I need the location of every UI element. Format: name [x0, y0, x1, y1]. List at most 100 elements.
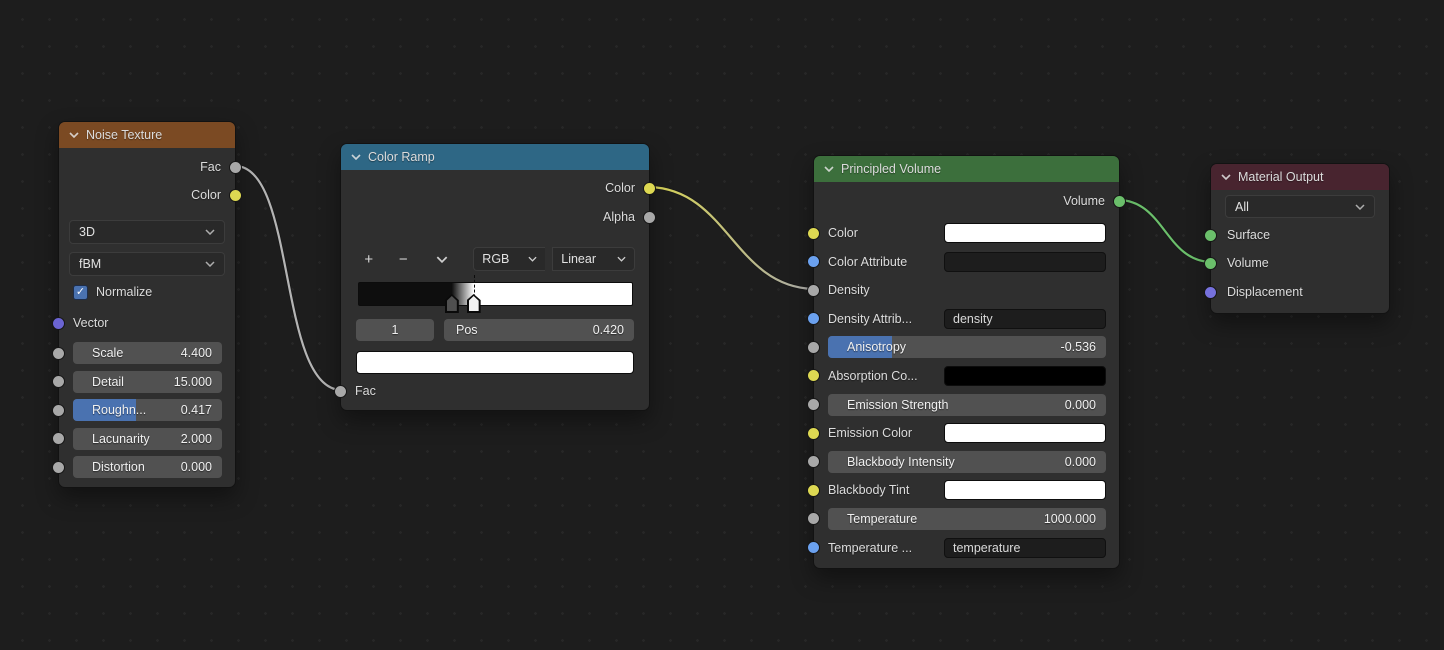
- temperature-attribute-label: Temperature ...: [828, 541, 912, 555]
- node-title: Noise Texture: [86, 128, 162, 142]
- socket-scale-input[interactable]: [52, 347, 65, 360]
- noise-type-dropdown[interactable]: fBM: [69, 252, 225, 276]
- socket-vector-input[interactable]: [52, 317, 65, 330]
- color-attribute-field[interactable]: [944, 252, 1106, 272]
- scale-label: Scale: [92, 346, 123, 360]
- socket-color-input[interactable]: [807, 227, 820, 240]
- output-target-dropdown[interactable]: All: [1225, 195, 1375, 218]
- anisotropy-slider[interactable]: Anisotropy -0.536: [828, 336, 1106, 358]
- stop-position-slider[interactable]: Pos 0.420: [444, 319, 634, 341]
- emission-strength-slider[interactable]: Emission Strength 0.000: [828, 394, 1106, 416]
- wire-noise-fac-to-ramp-fac[interactable]: [236, 166, 340, 390]
- material-output-header[interactable]: Material Output: [1211, 164, 1389, 190]
- blackbody-tint-swatch[interactable]: [944, 480, 1106, 500]
- color-swatch[interactable]: [944, 223, 1106, 243]
- socket-emission-color-input[interactable]: [807, 427, 820, 440]
- density-attribute-field[interactable]: density: [944, 309, 1106, 329]
- detail-slider[interactable]: Detail 15.000: [73, 371, 222, 393]
- temperature-attribute-field[interactable]: temperature: [944, 538, 1106, 558]
- input-row-blackbody-intensity: Blackbody Intensity 0.000: [814, 451, 1119, 473]
- node-color-ramp[interactable]: Color Ramp Color Alpha + − RGB Linear: [340, 143, 650, 411]
- blackbody-tint-label: Blackbody Tint: [828, 483, 909, 497]
- collapse-chevron-icon[interactable]: [1221, 174, 1231, 180]
- add-stop-button[interactable]: +: [355, 247, 382, 271]
- dimensions-dropdown[interactable]: 3D: [69, 220, 225, 244]
- pos-value: 0.420: [593, 323, 624, 337]
- node-title: Principled Volume: [841, 162, 941, 176]
- normalize-checkbox[interactable]: ✓: [73, 285, 88, 300]
- node-title: Color Ramp: [368, 150, 435, 164]
- socket-density-attribute-input[interactable]: [807, 312, 820, 325]
- socket-color-attribute-input[interactable]: [807, 255, 820, 268]
- normalize-label: Normalize: [96, 285, 152, 299]
- socket-fac-output[interactable]: [229, 161, 242, 174]
- input-row-fac: Fac: [341, 381, 649, 401]
- socket-lacunarity-input[interactable]: [52, 432, 65, 445]
- node-noise-texture[interactable]: Noise Texture Fac Color 3D fBM ✓ Normali…: [58, 121, 236, 488]
- color-label: Color: [828, 226, 858, 240]
- socket-color-output[interactable]: [229, 189, 242, 202]
- color-attribute-label: Color Attribute: [828, 255, 907, 269]
- color-ramp-gradient[interactable]: [358, 282, 633, 306]
- blackbody-intensity-slider[interactable]: Blackbody Intensity 0.000: [828, 451, 1106, 473]
- chevron-down-icon: [436, 256, 448, 263]
- distortion-value: 0.000: [181, 460, 212, 474]
- socket-distortion-input[interactable]: [52, 461, 65, 474]
- socket-density-input[interactable]: [807, 284, 820, 297]
- ramp-stop-handle-0[interactable]: [445, 294, 459, 313]
- input-row-color: Color: [814, 222, 1119, 244]
- output-label-color: Color: [605, 181, 635, 195]
- input-row-vector: Vector: [59, 313, 235, 333]
- temperature-slider[interactable]: Temperature 1000.000: [828, 508, 1106, 530]
- wire-volume-to-output-volume[interactable]: [1120, 200, 1210, 262]
- color-ramp-header[interactable]: Color Ramp: [341, 144, 649, 170]
- roughness-slider[interactable]: Roughn... 0.417: [73, 399, 222, 421]
- ramp-options-dropdown[interactable]: [424, 247, 459, 271]
- socket-surface-input[interactable]: [1204, 229, 1217, 242]
- node-material-output[interactable]: Material Output All Surface Volume Displ…: [1210, 163, 1390, 314]
- socket-temperature-input[interactable]: [807, 512, 820, 525]
- output-row-alpha: Alpha: [341, 207, 649, 227]
- wire-ramp-color-to-volume-density[interactable]: [650, 187, 813, 289]
- socket-blackbody-intensity-input[interactable]: [807, 455, 820, 468]
- output-target-value: All: [1235, 200, 1249, 214]
- stop-color-swatch[interactable]: [356, 351, 634, 374]
- interpolation-value: Linear: [561, 252, 596, 266]
- color-mode-dropdown[interactable]: RGB: [473, 247, 545, 271]
- input-row-density: Density: [814, 279, 1119, 301]
- socket-volume-input[interactable]: [1204, 257, 1217, 270]
- lacunarity-slider[interactable]: Lacunarity 2.000: [73, 428, 222, 450]
- node-principled-volume[interactable]: Principled Volume Volume Color Color Att…: [813, 155, 1120, 569]
- output-row-color: Color: [59, 185, 235, 205]
- input-row-volume: Volume: [1211, 253, 1389, 273]
- socket-emission-strength-input[interactable]: [807, 398, 820, 411]
- collapse-chevron-icon[interactable]: [69, 132, 79, 138]
- remove-stop-button[interactable]: −: [389, 247, 416, 271]
- input-row-displacement: Displacement: [1211, 282, 1389, 302]
- principled-volume-header[interactable]: Principled Volume: [814, 156, 1119, 182]
- socket-color-output[interactable]: [643, 182, 656, 195]
- color-mode-value: RGB: [482, 252, 509, 266]
- ramp-stop-handle-1[interactable]: [467, 294, 481, 313]
- distortion-slider[interactable]: Distortion 0.000: [73, 456, 222, 478]
- socket-fac-input[interactable]: [334, 385, 347, 398]
- lacunarity-value: 2.000: [181, 432, 212, 446]
- socket-blackbody-tint-input[interactable]: [807, 484, 820, 497]
- stop-index-field[interactable]: 1: [356, 319, 434, 341]
- interpolation-dropdown[interactable]: Linear: [552, 247, 635, 271]
- socket-absorption-color-input[interactable]: [807, 369, 820, 382]
- chevron-down-icon: [1355, 204, 1365, 210]
- absorption-color-swatch[interactable]: [944, 366, 1106, 386]
- socket-displacement-input[interactable]: [1204, 286, 1217, 299]
- socket-temperature-attribute-input[interactable]: [807, 541, 820, 554]
- socket-alpha-output[interactable]: [643, 211, 656, 224]
- emission-color-swatch[interactable]: [944, 423, 1106, 443]
- socket-volume-output[interactable]: [1113, 195, 1126, 208]
- scale-slider[interactable]: Scale 4.400: [73, 342, 222, 364]
- collapse-chevron-icon[interactable]: [824, 166, 834, 172]
- socket-anisotropy-input[interactable]: [807, 341, 820, 354]
- socket-detail-input[interactable]: [52, 375, 65, 388]
- noise-texture-header[interactable]: Noise Texture: [59, 122, 235, 148]
- socket-roughness-input[interactable]: [52, 404, 65, 417]
- collapse-chevron-icon[interactable]: [351, 154, 361, 160]
